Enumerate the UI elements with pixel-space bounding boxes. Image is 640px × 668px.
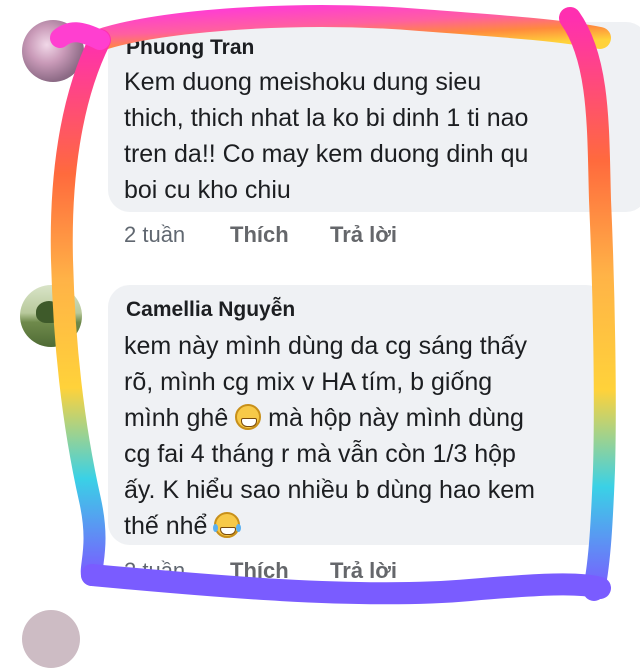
- rainbow-highlight-loop: [50, 5, 616, 605]
